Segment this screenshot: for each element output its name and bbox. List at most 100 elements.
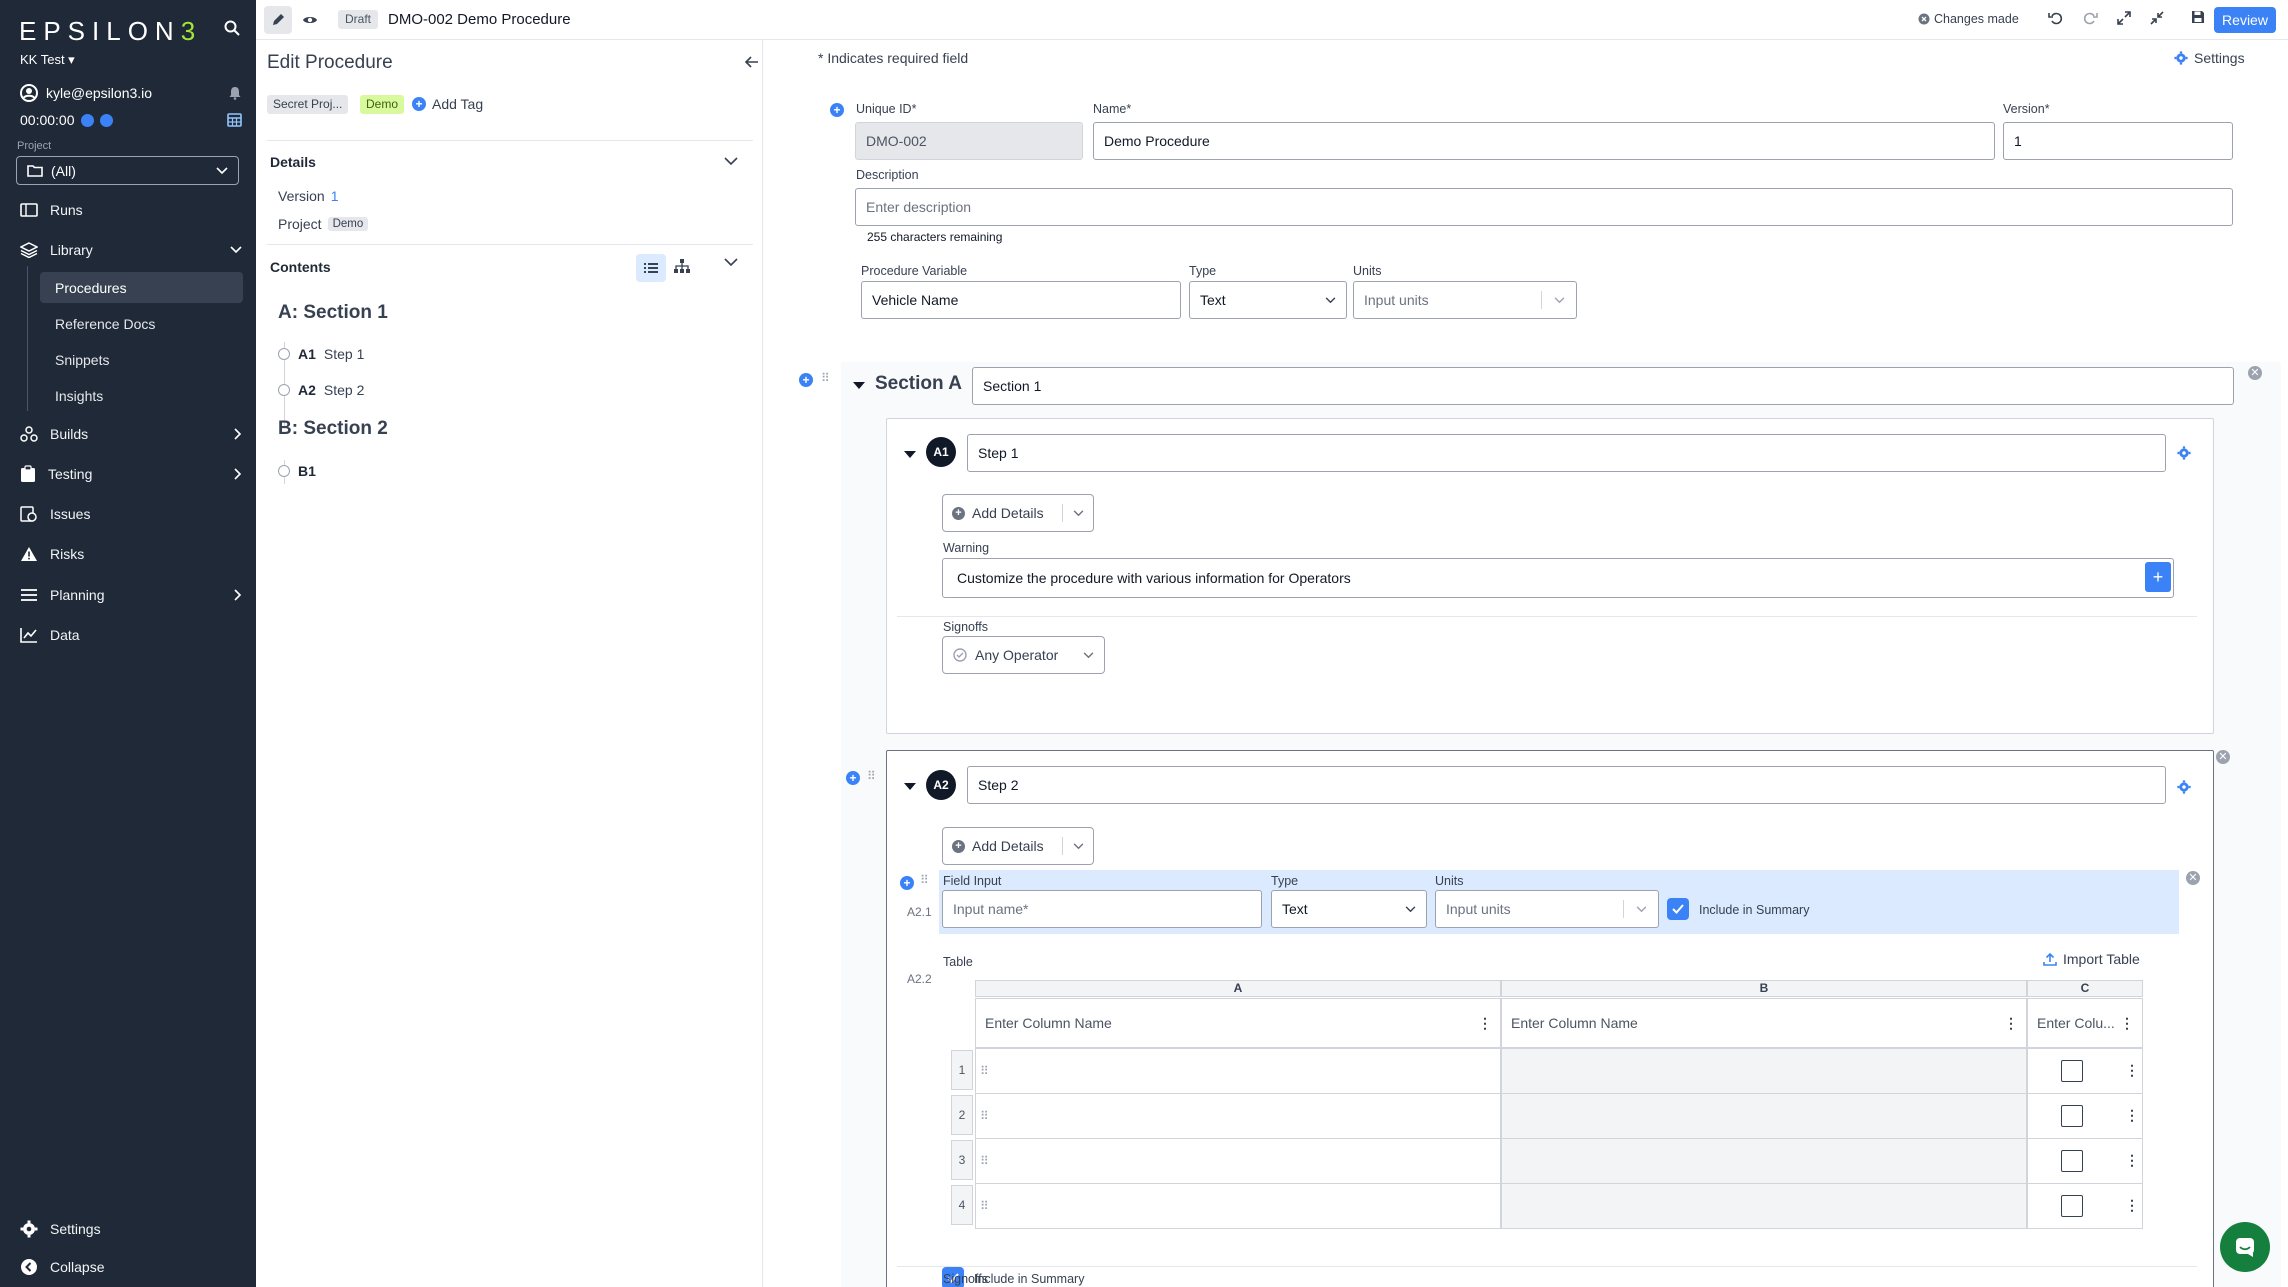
add-content-button[interactable]: + (2145, 562, 2171, 592)
expand-icon[interactable] (2116, 10, 2132, 26)
tag-demo[interactable]: Demo (360, 95, 405, 114)
row-drag-handle-icon[interactable]: ⠿ (980, 1064, 989, 1078)
settings-link[interactable]: Settings (2174, 50, 2245, 66)
bell-icon[interactable] (228, 86, 242, 100)
step-settings-gear-icon[interactable] (2177, 780, 2191, 794)
warning-field[interactable]: Customize the procedure with various inf… (942, 558, 2174, 598)
nav-runs[interactable]: Runs (20, 195, 242, 225)
save-icon[interactable] (2191, 10, 2205, 24)
add-timer-icon[interactable] (99, 113, 113, 127)
table-checkbox[interactable] (2061, 1105, 2083, 1127)
add-content-icon[interactable]: + (900, 876, 914, 890)
tree-step-a1[interactable]: A1 Step 1 (278, 346, 364, 362)
play-timer-icon[interactable] (80, 113, 94, 127)
app-logo[interactable]: EPSILON3 (19, 16, 202, 47)
nav-collapse[interactable]: Collapse (20, 1252, 242, 1282)
column-name-c[interactable]: Enter Colu... ⋮ (2027, 998, 2143, 1048)
table-cell[interactable] (975, 1138, 1501, 1184)
field-name-input[interactable]: Input name* (942, 890, 1262, 928)
drag-handle-icon[interactable]: ⠿ (821, 371, 830, 385)
row-kebab-icon[interactable]: ⋮ (2125, 1152, 2139, 1169)
description-field[interactable]: Enter description (855, 188, 2233, 226)
remove-step-icon[interactable]: ✕ (2216, 750, 2230, 764)
step-settings-gear-icon[interactable] (2177, 446, 2191, 460)
redo-icon[interactable] (2082, 10, 2098, 26)
add-step-icon[interactable]: + (846, 771, 860, 785)
nav-data[interactable]: Data (20, 620, 242, 650)
column-name-a[interactable]: Enter Column Name ⋮ (975, 998, 1501, 1048)
table-cell[interactable] (975, 1183, 1501, 1229)
row-kebab-icon[interactable]: ⋮ (2125, 1107, 2139, 1124)
tree-section-b[interactable]: B: Section 2 (278, 418, 388, 440)
row-kebab-icon[interactable]: ⋮ (2125, 1062, 2139, 1079)
import-table-button[interactable]: Import Table (2043, 951, 2140, 967)
nav-testing[interactable]: Testing (20, 459, 242, 489)
nav-insights[interactable]: Insights (40, 380, 243, 411)
table-cell[interactable] (1501, 1138, 2027, 1184)
drag-handle-icon[interactable]: ⠿ (867, 769, 876, 783)
nav-settings[interactable]: Settings (20, 1214, 242, 1244)
tag-secret-project[interactable]: Secret Proj... (267, 95, 349, 114)
nav-procedures[interactable]: Procedures (40, 272, 243, 303)
table-cell[interactable] (1501, 1093, 2027, 1139)
compress-icon[interactable] (2149, 10, 2165, 26)
search-icon[interactable] (224, 20, 240, 36)
remove-field-icon[interactable]: ✕ (2186, 871, 2200, 885)
tree-section-a[interactable]: A: Section 1 (278, 302, 388, 324)
drag-handle-icon[interactable]: ⠿ (920, 873, 929, 887)
chevron-down-icon[interactable] (724, 258, 738, 267)
step-a2-name-field[interactable]: Step 2 (967, 766, 2166, 804)
include-summary-checkbox[interactable] (1667, 898, 1689, 920)
tree-step-b1[interactable]: B1 (278, 463, 316, 479)
table-checkbox[interactable] (2061, 1195, 2083, 1217)
nav-library[interactable]: Library (20, 235, 242, 265)
hierarchy-icon[interactable] (674, 259, 690, 273)
list-view-button[interactable] (636, 254, 666, 282)
table-checkbox[interactable] (2061, 1060, 2083, 1082)
nav-planning[interactable]: Planning (20, 580, 242, 610)
review-button[interactable]: Review (2214, 7, 2276, 33)
table-cell[interactable] (975, 1048, 1501, 1094)
collapse-step-icon[interactable] (904, 451, 916, 458)
chevron-down-icon[interactable] (724, 157, 738, 166)
row-drag-handle-icon[interactable]: ⠿ (980, 1154, 989, 1168)
chat-support-button[interactable] (2220, 1222, 2270, 1272)
table-checkbox[interactable] (2061, 1150, 2083, 1172)
remove-section-icon[interactable]: ✕ (2248, 366, 2262, 380)
row-drag-handle-icon[interactable]: ⠿ (980, 1109, 989, 1123)
edit-mode-button[interactable] (264, 6, 292, 34)
step-a2-add-details[interactable]: + Add Details (942, 827, 1094, 865)
add-header-icon[interactable]: + (830, 103, 844, 117)
version-field[interactable]: 1 (2003, 122, 2233, 160)
collapse-section-icon[interactable] (853, 382, 865, 389)
units-select[interactable]: Input units (1353, 281, 1577, 319)
add-section-icon[interactable]: + (799, 373, 813, 387)
project-select[interactable]: (All) (16, 156, 239, 185)
tree-step-a2[interactable]: A2 Step 2 (278, 382, 364, 398)
row-drag-handle-icon[interactable]: ⠿ (980, 1199, 989, 1213)
view-mode-button[interactable] (296, 6, 324, 34)
type-select[interactable]: Text (1189, 281, 1347, 319)
field-units-select[interactable]: Input units (1435, 890, 1659, 928)
nav-builds[interactable]: Builds (20, 419, 242, 449)
add-tag-button[interactable]: + Add Tag (412, 96, 483, 112)
nav-reference-docs[interactable]: Reference Docs (40, 308, 243, 339)
nav-risks[interactable]: Risks (20, 539, 242, 569)
name-field[interactable]: Demo Procedure (1093, 122, 1995, 160)
table-cell[interactable] (975, 1093, 1501, 1139)
row-kebab-icon[interactable]: ⋮ (2125, 1197, 2139, 1214)
table-cell[interactable] (1501, 1183, 2027, 1229)
arrow-left-icon[interactable] (745, 56, 759, 68)
procedure-variable-field[interactable]: Vehicle Name (861, 281, 1181, 319)
user-email[interactable]: kyle@epsilon3.io (46, 85, 152, 101)
collapse-step-icon[interactable] (904, 783, 916, 790)
calendar-icon[interactable] (227, 113, 242, 127)
nav-issues[interactable]: Issues (20, 499, 242, 529)
nav-snippets[interactable]: Snippets (40, 344, 243, 375)
step-a1-add-details[interactable]: + Add Details (942, 494, 1094, 532)
undo-icon[interactable] (2048, 10, 2064, 26)
field-type-select[interactable]: Text (1271, 890, 1427, 928)
signoff-select[interactable]: Any Operator (942, 636, 1105, 674)
table-cell[interactable] (1501, 1048, 2027, 1094)
column-name-b[interactable]: Enter Column Name ⋮ (1501, 998, 2027, 1048)
